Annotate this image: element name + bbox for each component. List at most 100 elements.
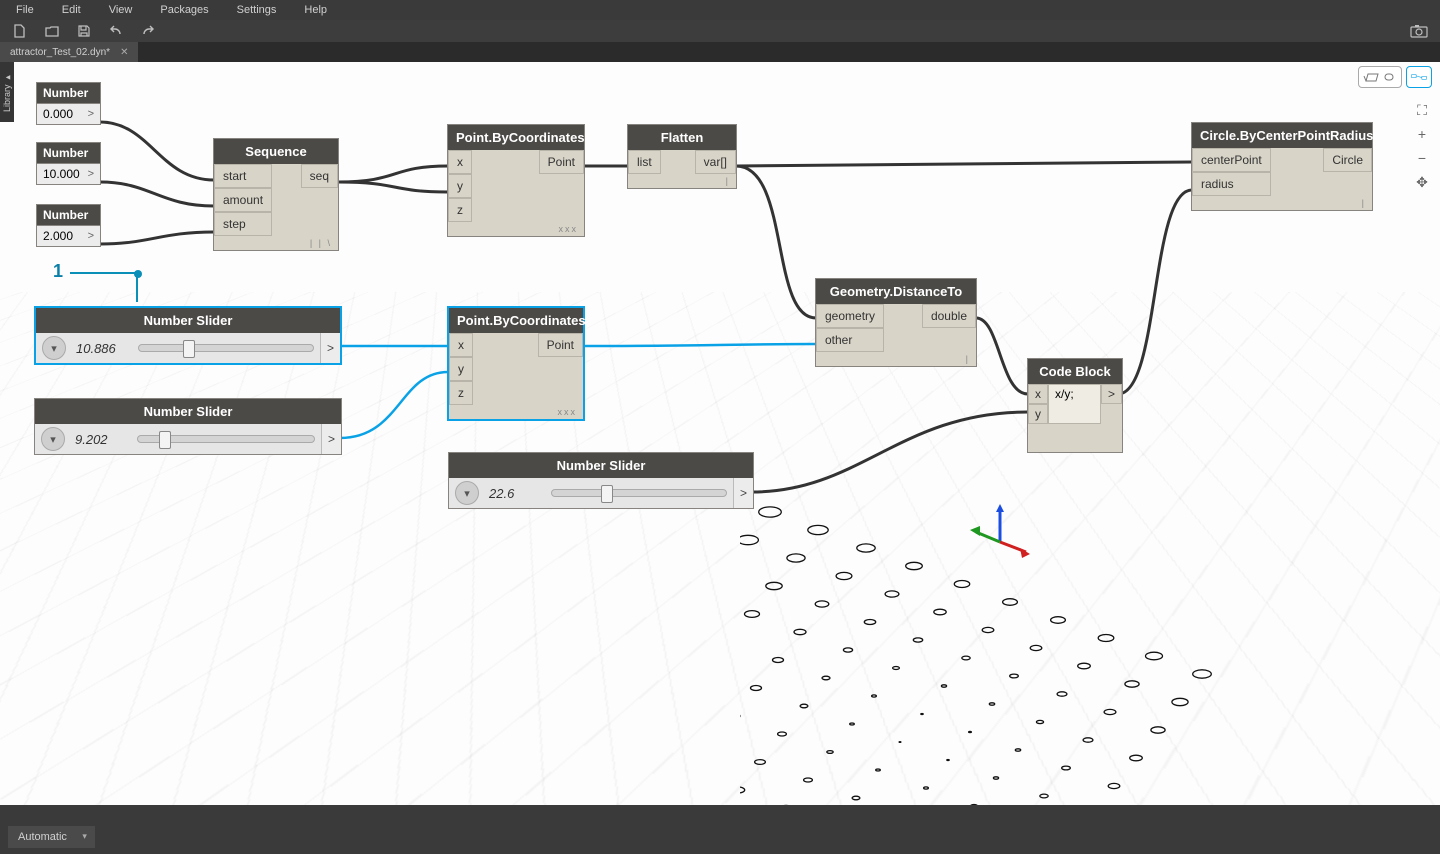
node-lacing: | [1192,196,1372,210]
slider-value[interactable]: 10.886 [72,341,132,356]
chevron-down-icon[interactable]: ▾ [455,481,479,505]
slider-track[interactable] [137,435,315,443]
node-value[interactable]: 10.000 [43,167,80,181]
input-port-x[interactable]: x [1028,384,1048,404]
menu-file[interactable]: File [8,4,48,16]
new-file-icon[interactable] [12,23,28,39]
output-port-circle[interactable]: Circle [1323,148,1372,172]
menu-packages[interactable]: Packages [146,4,222,16]
node-number-3[interactable]: Number 2.000> [36,204,101,247]
menu-edit[interactable]: Edit [48,4,95,16]
fit-view-icon[interactable]: ⛶ [1412,100,1432,120]
library-tab[interactable]: Library ▸ [0,62,14,122]
node-header: Point.ByCoordinates [449,308,583,333]
output-port-point[interactable]: Point [538,333,583,357]
close-icon[interactable]: ✕ [120,47,128,58]
node-circle-bycenterpointradius[interactable]: Circle.ByCenterPointRadius centerPoint r… [1191,122,1373,211]
node-header: Code Block [1028,359,1122,384]
slider-value[interactable]: 22.6 [485,486,545,501]
run-mode-dropdown[interactable]: Automatic [8,826,95,848]
node-lacing: xxx [448,222,584,236]
node-sequence[interactable]: Sequence start amount step seq | | \ [213,138,339,251]
node-number-1[interactable]: Number 0.000 > [36,82,101,125]
chevron-down-icon[interactable]: ▾ [42,336,66,360]
output-port-var[interactable]: var[] [695,150,736,174]
input-port-list[interactable]: list [628,150,661,174]
output-port[interactable]: > [1101,384,1122,404]
output-port-icon[interactable]: > [88,108,94,120]
input-port-z[interactable]: z [448,198,472,222]
chevron-down-icon[interactable]: ▾ [41,427,65,451]
node-value[interactable]: 0.000 [43,107,73,121]
node-header: Number Slider [35,399,341,424]
slider-value[interactable]: 9.202 [71,432,131,447]
code-editor[interactable]: x/y; [1048,384,1101,424]
node-number-slider-3[interactable]: Number Slider ▾ 22.6 > [448,452,754,509]
save-icon[interactable] [76,23,92,39]
input-port-amount[interactable]: amount [214,188,272,212]
menubar: File Edit View Packages Settings Help [0,0,1440,20]
node-number-2[interactable]: Number 10.000> [36,142,101,185]
output-port-icon[interactable]: > [88,230,94,242]
view-mode-graph[interactable] [1406,66,1432,88]
output-port-point[interactable]: Point [539,150,584,174]
node-point-bycoordinates-1[interactable]: Point.ByCoordinates x y z Point xxx [447,124,585,237]
node-flatten[interactable]: Flatten list var[] | [627,124,737,189]
zoom-extents-icon[interactable]: ✥ [1412,172,1432,192]
node-header: Flatten [628,125,736,150]
node-number-slider-2[interactable]: Number Slider ▾ 9.202 > [34,398,342,455]
workspace-canvas[interactable]: Library ▸ ⛶ + − ✥ Number 0.000 > Number 1… [0,62,1440,805]
open-file-icon[interactable] [44,23,60,39]
undo-icon[interactable] [108,23,124,39]
geometry-view-icon [1363,70,1379,84]
menu-settings[interactable]: Settings [223,4,291,16]
link-icon [1381,70,1397,84]
node-header: Circle.ByCenterPointRadius [1192,123,1372,148]
node-value[interactable]: 2.000 [43,229,73,243]
view-mode-geometry[interactable] [1358,66,1402,88]
input-port-other[interactable]: other [816,328,884,352]
slider-track[interactable] [551,489,727,497]
output-port-seq[interactable]: seq [301,164,338,188]
node-number-slider-1[interactable]: Number Slider ▾ 10.886 > [34,306,342,365]
slider-thumb[interactable] [159,431,171,449]
node-header: Number Slider [36,308,340,333]
input-port-x[interactable]: x [449,333,473,357]
tab-title: attractor_Test_02.dyn* [10,47,110,58]
redo-icon[interactable] [140,23,156,39]
geometry-preview [740,452,1300,805]
node-point-bycoordinates-2[interactable]: Point.ByCoordinates x y z Point xxx [447,306,585,421]
input-port-y[interactable]: y [448,174,472,198]
menu-view[interactable]: View [95,4,147,16]
node-header: Number Slider [449,453,753,478]
output-port-double[interactable]: double [922,304,976,328]
zoom-out-icon[interactable]: − [1412,148,1432,168]
menu-help[interactable]: Help [290,4,341,16]
input-port-y[interactable]: y [449,357,473,381]
input-port-z[interactable]: z [449,381,473,405]
input-port-y[interactable]: y [1028,404,1048,424]
node-lacing: xxx [449,405,583,419]
slider-thumb[interactable] [183,340,195,358]
output-port-icon[interactable]: > [320,333,340,363]
slider-thumb[interactable] [601,485,613,503]
node-header: Point.ByCoordinates [448,125,584,150]
slider-track[interactable] [138,344,314,352]
annotation-leader-v [136,272,138,302]
output-port-icon[interactable]: > [88,168,94,180]
camera-icon[interactable] [1410,24,1428,38]
node-header: Sequence [214,139,338,164]
node-code-block[interactable]: Code Block x y x/y; > [1027,358,1123,453]
node-geometry-distanceto[interactable]: Geometry.DistanceTo geometry other doubl… [815,278,977,367]
input-port-step[interactable]: step [214,212,272,236]
input-port-start[interactable]: start [214,164,272,188]
tab-document[interactable]: attractor_Test_02.dyn* ✕ [0,42,139,62]
input-port-radius[interactable]: radius [1192,172,1271,196]
node-header: Number [36,82,101,103]
input-port-centerpoint[interactable]: centerPoint [1192,148,1271,172]
output-port-icon[interactable]: > [321,424,341,454]
output-port-icon[interactable]: > [733,478,753,508]
input-port-x[interactable]: x [448,150,472,174]
zoom-in-icon[interactable]: + [1412,124,1432,144]
input-port-geometry[interactable]: geometry [816,304,884,328]
